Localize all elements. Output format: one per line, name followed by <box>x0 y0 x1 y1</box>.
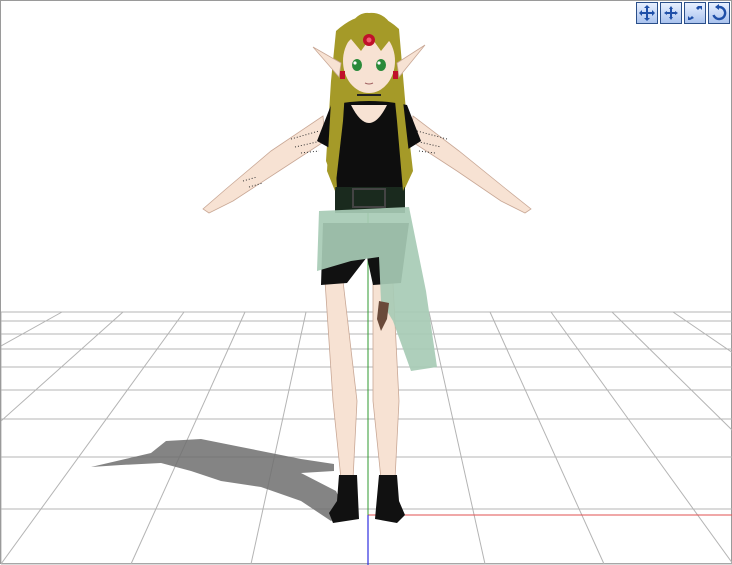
left-leg <box>324 280 358 480</box>
view-rotate-icon <box>712 4 727 21</box>
view-toolbar <box>636 2 730 24</box>
right-boot <box>375 475 405 523</box>
left-eye-highlight <box>353 61 357 65</box>
floor-grid <box>1 311 732 565</box>
right-eye-highlight <box>377 61 381 65</box>
view-move-button[interactable] <box>636 2 658 24</box>
3d-viewport[interactable] <box>0 0 732 565</box>
scene-canvas[interactable] <box>1 1 732 565</box>
right-arm <box>410 115 532 214</box>
character-model[interactable] <box>202 12 532 523</box>
view-zoom-button[interactable] <box>684 2 706 24</box>
left-earring <box>340 71 345 79</box>
right-earring <box>393 71 398 79</box>
view-rotate-button[interactable] <box>708 2 730 24</box>
view-move-icon <box>639 5 655 21</box>
view-pan-button[interactable] <box>660 2 682 24</box>
left-arm <box>202 115 326 214</box>
left-eye <box>352 59 362 71</box>
forehead-jewel-highlight <box>366 37 372 43</box>
view-zoom-icon <box>688 6 702 20</box>
right-elf-ear <box>396 44 426 78</box>
view-pan-icon <box>664 6 678 20</box>
right-eye <box>376 59 386 71</box>
